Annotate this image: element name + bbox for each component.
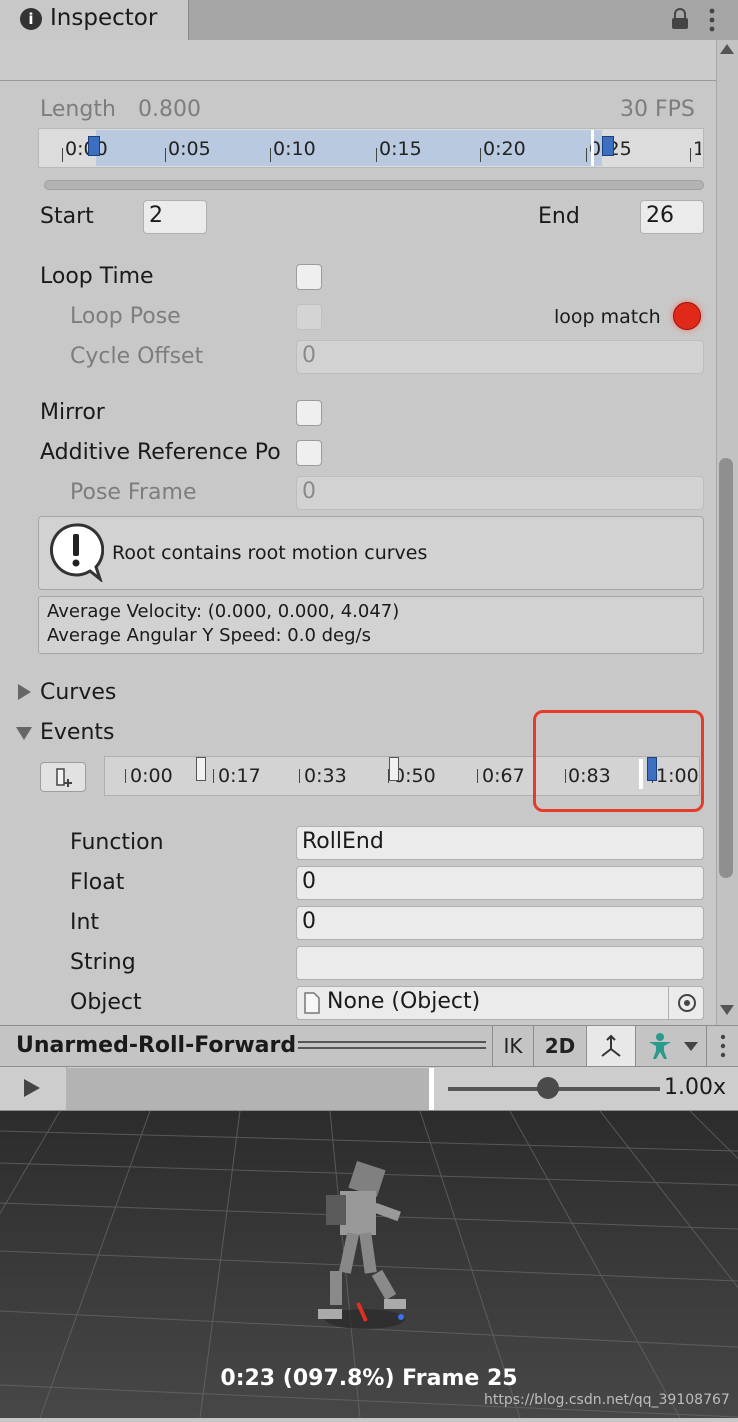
scrollbar-thumb[interactable] <box>719 458 733 878</box>
float-field[interactable]: 0 <box>296 866 704 900</box>
avatar-icon <box>649 1033 671 1059</box>
timeline-tick-label: 0:15 <box>379 138 422 160</box>
mirror-checkbox[interactable] <box>296 400 322 426</box>
end-label: End <box>538 204 580 229</box>
start-marker[interactable] <box>88 136 100 156</box>
lock-icon[interactable] <box>670 8 690 30</box>
preview-clip-name: Unarmed-Roll-Forward <box>16 1033 297 1058</box>
loop-match-label: loop match <box>554 306 661 328</box>
more-menu-icon <box>720 1034 726 1058</box>
curves-section-label[interactable]: Curves <box>40 680 116 705</box>
timeline-tick-label: 0:10 <box>273 138 316 160</box>
timeline-scrollbar[interactable] <box>44 180 704 190</box>
object-picker-button[interactable] <box>668 987 705 1019</box>
pivot-axes-icon <box>601 1034 621 1057</box>
more-menu-icon[interactable] <box>706 6 718 34</box>
scroll-up-icon[interactable] <box>720 44 734 54</box>
watermark: https://blog.csdn.net/qq_39108767 <box>484 1392 730 1408</box>
events-section-label[interactable]: Events <box>40 720 115 745</box>
avatar-dropdown-button[interactable] <box>635 1026 706 1066</box>
event-marker[interactable] <box>389 757 399 781</box>
loop-pose-label: Loop Pose <box>70 304 181 329</box>
pose-frame-field[interactable]: 0 <box>296 476 704 510</box>
object-file-icon <box>304 992 320 1014</box>
preview-status: 0:23 (097.8%) Frame 25 <box>220 1366 518 1391</box>
int-field[interactable]: 0 <box>296 906 704 940</box>
timeline-tick-label: 0:05 <box>168 138 211 160</box>
loop-pose-checkbox[interactable] <box>296 304 322 330</box>
toolbar-separator <box>298 1041 486 1043</box>
object-picker-icon <box>678 994 696 1012</box>
add-event-button[interactable] <box>40 762 86 792</box>
info-icon: i <box>20 8 42 30</box>
string-label: String <box>70 950 136 975</box>
events-foldout-icon[interactable] <box>16 727 32 740</box>
ik-toggle-button[interactable]: IK <box>492 1026 533 1066</box>
speed-value: 1.00x <box>664 1075 727 1100</box>
curves-foldout-icon[interactable] <box>18 684 31 700</box>
playhead-line <box>591 130 594 166</box>
additive-reference-pose-checkbox[interactable] <box>296 440 322 466</box>
length-label: Length <box>40 97 116 122</box>
events-tick-label: 0:17 <box>218 765 261 787</box>
object-field[interactable]: None (Object) <box>296 986 704 1020</box>
pose-frame-label: Pose Frame <box>70 480 197 505</box>
events-tick-label: 0:00 <box>130 765 173 787</box>
help-message: Root contains root motion curves <box>112 542 428 564</box>
cycle-offset-label: Cycle Offset <box>70 344 204 369</box>
events-tick-label: 0:33 <box>304 765 347 787</box>
loop-time-label: Loop Time <box>40 264 154 289</box>
string-field[interactable] <box>296 946 704 980</box>
start-label: Start <box>40 204 94 229</box>
timeline-tick-label: 0:20 <box>483 138 526 160</box>
annotation-highlight-box <box>533 710 704 812</box>
int-label: Int <box>70 910 100 935</box>
end-field[interactable]: 26 <box>640 200 704 234</box>
events-tick-label: 0:50 <box>393 765 436 787</box>
warning-icon <box>49 523 104 582</box>
tab-title: Inspector <box>50 5 158 31</box>
fps-label: 30 FPS <box>620 97 695 122</box>
cycle-offset-field[interactable]: 0 <box>296 340 704 374</box>
mirror-label: Mirror <box>40 400 105 425</box>
average-velocity: Average Velocity: (0.000, 0.000, 4.047) <box>47 601 400 622</box>
inspector-header <box>0 40 716 81</box>
toolbar-separator <box>298 1047 486 1049</box>
function-label: Function <box>70 830 164 855</box>
loop-match-indicator <box>673 302 701 330</box>
function-field[interactable]: RollEnd <box>296 826 704 860</box>
loop-time-checkbox[interactable] <box>296 264 322 290</box>
scroll-down-icon[interactable] <box>720 1005 734 1015</box>
timeline-tick-label: 0:00 <box>65 138 108 160</box>
event-marker[interactable] <box>196 757 206 781</box>
average-angular-speed: Average Angular Y Speed: 0.0 deg/s <box>47 625 371 646</box>
play-icon <box>24 1079 40 1097</box>
preview-scrub-cursor[interactable] <box>429 1068 434 1110</box>
preview-scrubber[interactable] <box>66 1068 432 1110</box>
length-value: 0.800 <box>138 97 201 122</box>
add-event-icon <box>56 768 72 787</box>
float-label: Float <box>70 870 125 895</box>
motion-stats: Average Velocity: (0.000, 0.000, 4.047) … <box>38 596 704 654</box>
end-marker[interactable] <box>602 136 614 156</box>
play-button[interactable] <box>0 1067 67 1110</box>
timeline-tick-label: 1:00 <box>693 138 701 160</box>
pivot-toggle-button[interactable] <box>586 1026 635 1066</box>
events-tick-label: 0:67 <box>482 765 525 787</box>
start-field[interactable]: 2 <box>143 200 207 234</box>
chevron-down-icon <box>684 1042 698 1051</box>
object-label: Object <box>70 990 142 1015</box>
2d-toggle-button[interactable]: 2D <box>533 1026 586 1066</box>
speed-slider-knob[interactable] <box>537 1077 559 1099</box>
additive-reference-pose-label: Additive Reference Po <box>40 440 281 465</box>
clip-timeline-ticks: 0:00 0:05 0:10 0:15 0:20 0:25 1:00 <box>38 128 704 168</box>
preview-more-button[interactable] <box>706 1026 738 1066</box>
